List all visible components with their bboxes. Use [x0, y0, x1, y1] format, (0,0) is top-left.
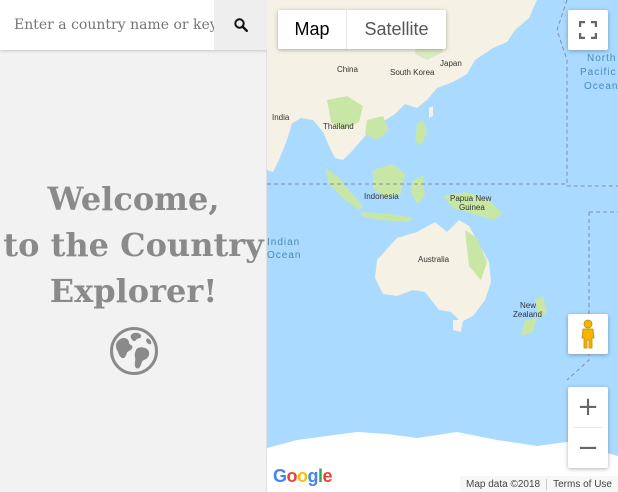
map-data-text: Map data ©2018 [466, 478, 541, 490]
map-label-japan: Japan [440, 59, 462, 68]
zoom-in-button[interactable]: + [568, 387, 608, 427]
fullscreen-icon [579, 21, 597, 39]
map-label-south-korea: South Korea [390, 68, 435, 77]
street-view-button[interactable] [568, 314, 608, 354]
welcome-line-2: to the Country [3, 226, 264, 264]
logo-letter-o1: o [286, 466, 298, 486]
welcome-line-3: Explorer! [49, 272, 218, 310]
search-bar [0, 0, 267, 50]
ocean-label-indian-line-1: Indian [267, 237, 301, 248]
logo-letter-g: G [273, 466, 287, 486]
fullscreen-button[interactable] [568, 10, 608, 50]
zoom-out-button[interactable]: − [568, 428, 608, 468]
map-label-papua-new-guinea-line-1: Papua New [450, 194, 492, 203]
search-input[interactable] [0, 0, 214, 50]
map-label-australia: Australia [418, 255, 450, 264]
welcome-line-1: Welcome, [47, 180, 220, 218]
pegman-icon [581, 319, 595, 349]
terms-of-use-link[interactable]: Terms of Use [546, 478, 618, 490]
map-view[interactable]: China South Korea Japan India Thailand I… [267, 0, 618, 492]
map-canvas[interactable] [267, 0, 618, 492]
map-type-satellite-button[interactable]: Satellite [347, 10, 446, 49]
map-label-new-zealand-line-2: Zealand [513, 310, 542, 319]
search-button[interactable] [214, 0, 267, 50]
ocean-label-north-pacific-line-3: Ocean [584, 81, 618, 92]
map-label-indonesia: Indonesia [364, 192, 399, 201]
logo-letter-o2: o [297, 466, 308, 486]
ocean-label-indian-line-2: Ocean [267, 250, 302, 261]
sidebar-panel: Welcome, to the Country Explorer! [0, 0, 267, 492]
map-label-china: China [337, 65, 358, 74]
map-label-india: India [272, 113, 290, 122]
map-label-papua-new-guinea-line-2: Guinea [459, 203, 485, 212]
logo-letter-g2: g [307, 466, 319, 486]
zoom-control: + − [568, 387, 608, 468]
map-type-control: Map Satellite [278, 10, 446, 49]
ocean-label-north-pacific-line-1: North [587, 53, 617, 64]
map-label-new-zealand-line-1: New [520, 301, 537, 310]
welcome-heading: Welcome, to the Country Explorer! [0, 176, 267, 314]
map-attribution: Map data ©2018 Terms of Use [460, 476, 618, 492]
search-icon [233, 18, 248, 32]
globe-icon [110, 327, 158, 375]
logo-letter-e: e [322, 466, 333, 486]
google-logo[interactable]: Google [273, 466, 333, 487]
map-type-map-button[interactable]: Map [278, 10, 347, 49]
map-label-thailand: Thailand [323, 122, 354, 131]
ocean-label-north-pacific-line-2: Pacific [580, 67, 617, 78]
